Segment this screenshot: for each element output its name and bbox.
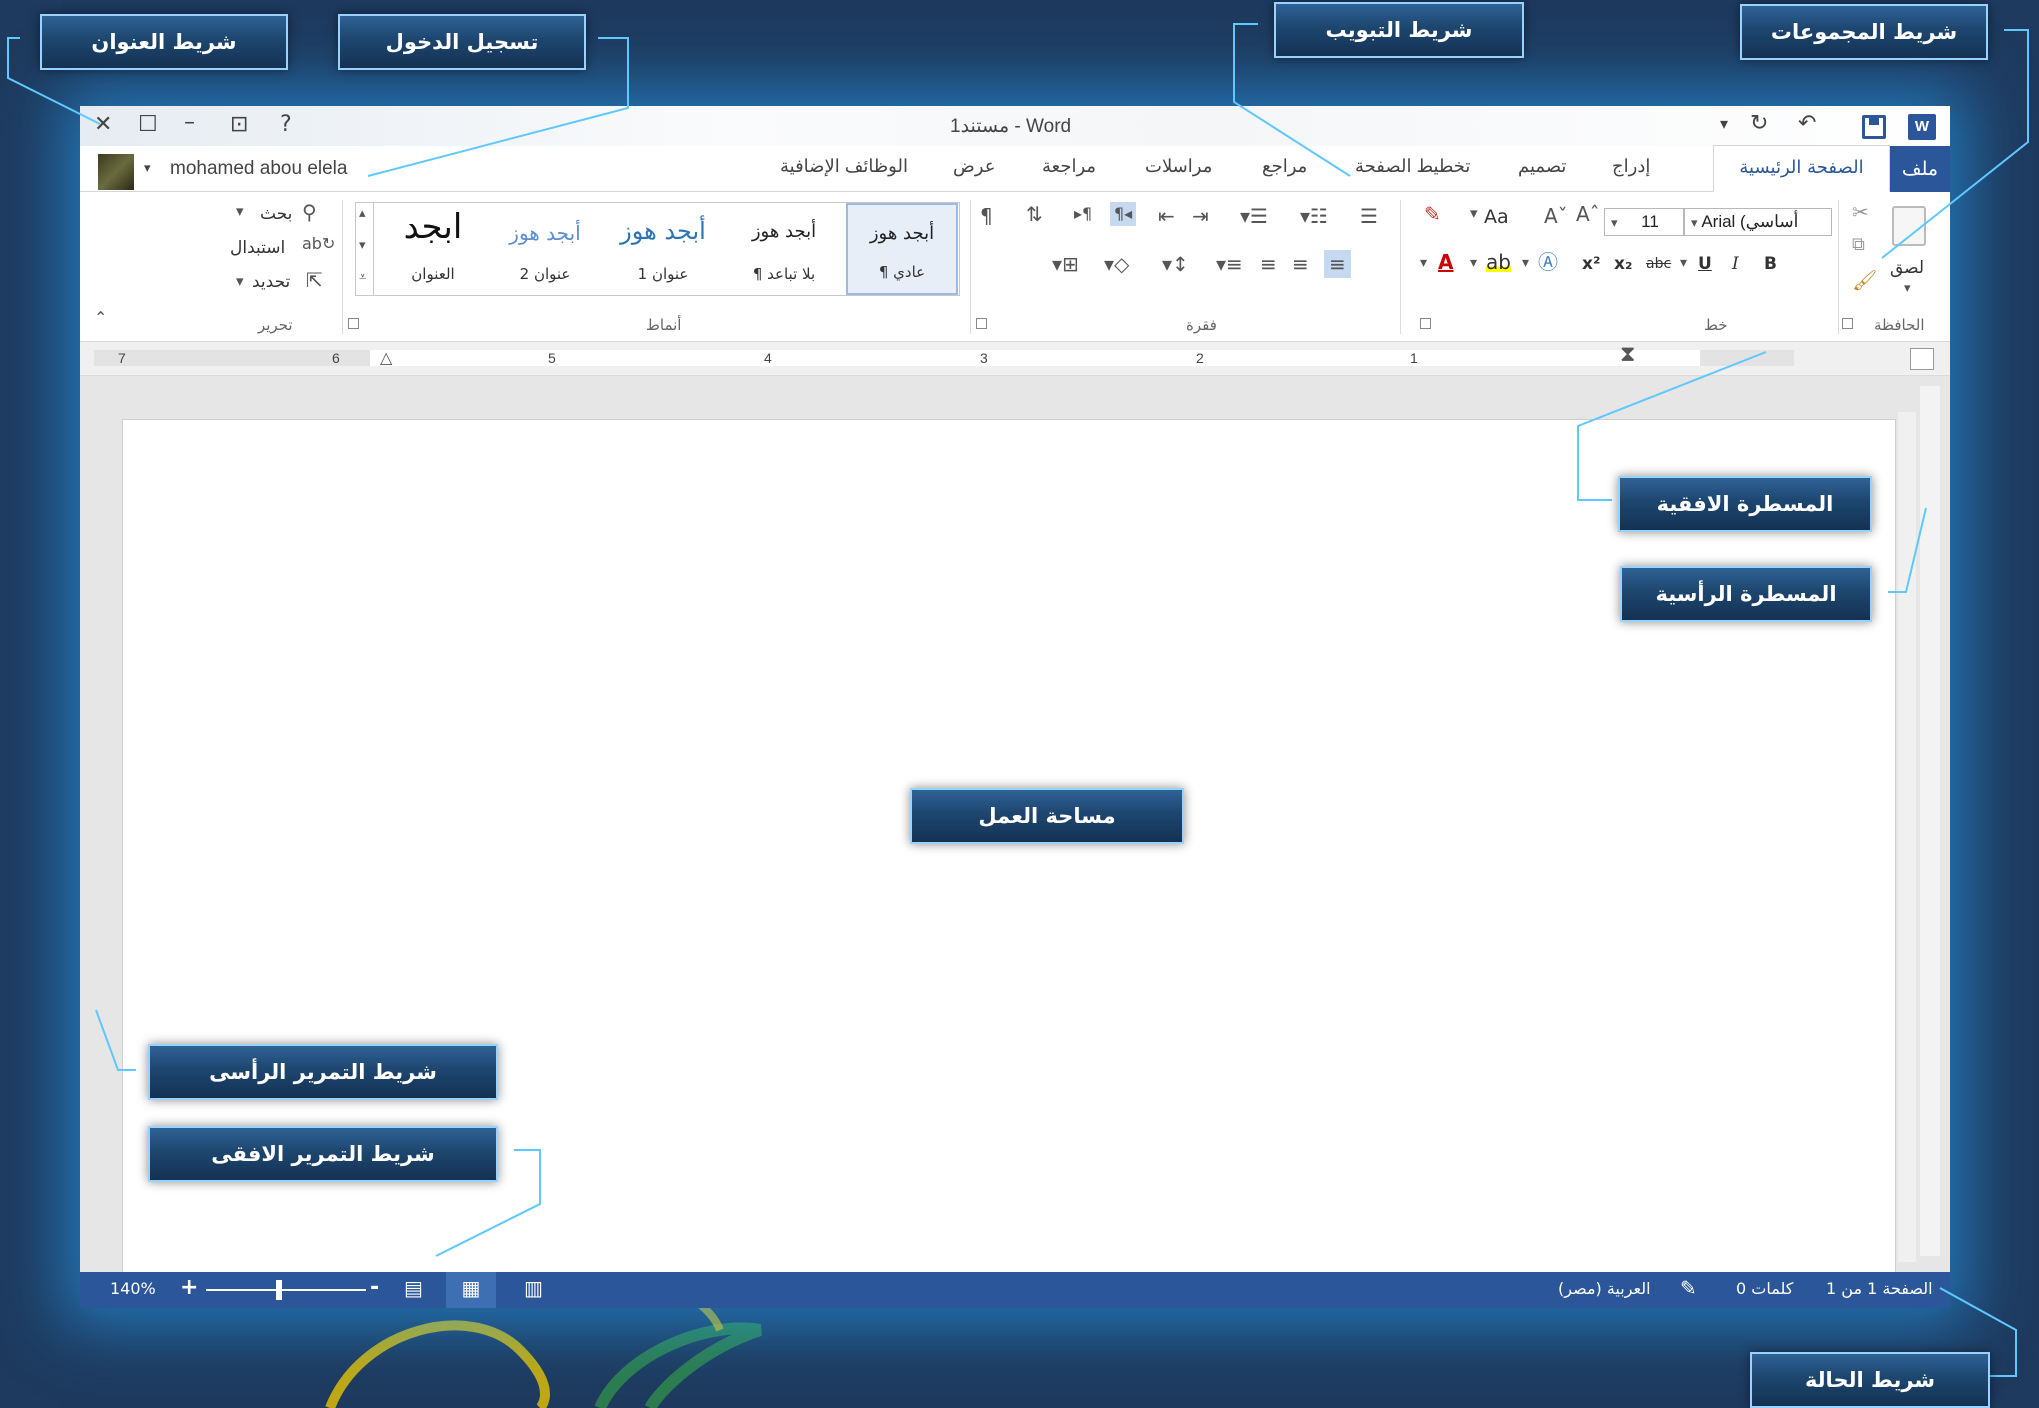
callout-groups-bar: شريط المجموعات	[1740, 4, 1988, 60]
callout-work-area: مساحة العمل	[910, 788, 1184, 844]
annotated-screenshot: ✕ ☐ – ⊡ ? مستند1 - Word ▾ ↻ ↶ W ▾ mohame…	[0, 0, 2039, 1408]
callout-title-bar: شريط العنوان	[40, 14, 288, 70]
callout-tab-bar: شريط التبويب	[1274, 2, 1524, 58]
callout-vertical-ruler: المسطرة الرأسية	[1620, 566, 1872, 622]
callout-status-bar: شريط الحالة	[1750, 1352, 1990, 1408]
leader-vertical-ruler	[1888, 507, 1927, 593]
callout-vertical-scrollbar: شريط التمرير الرأسى	[148, 1044, 498, 1100]
leader-vertical-scrollbar	[95, 1009, 136, 1071]
callout-leader-lines	[7, 23, 2029, 1377]
callout-horizontal-ruler: المسطرة الافقية	[1618, 476, 1872, 532]
callout-sign-in: تسجيل الدخول	[338, 14, 586, 70]
leader-groups-bar	[1881, 29, 2029, 259]
callout-horizontal-scrollbar: شريط التمرير الافقى	[148, 1126, 498, 1182]
